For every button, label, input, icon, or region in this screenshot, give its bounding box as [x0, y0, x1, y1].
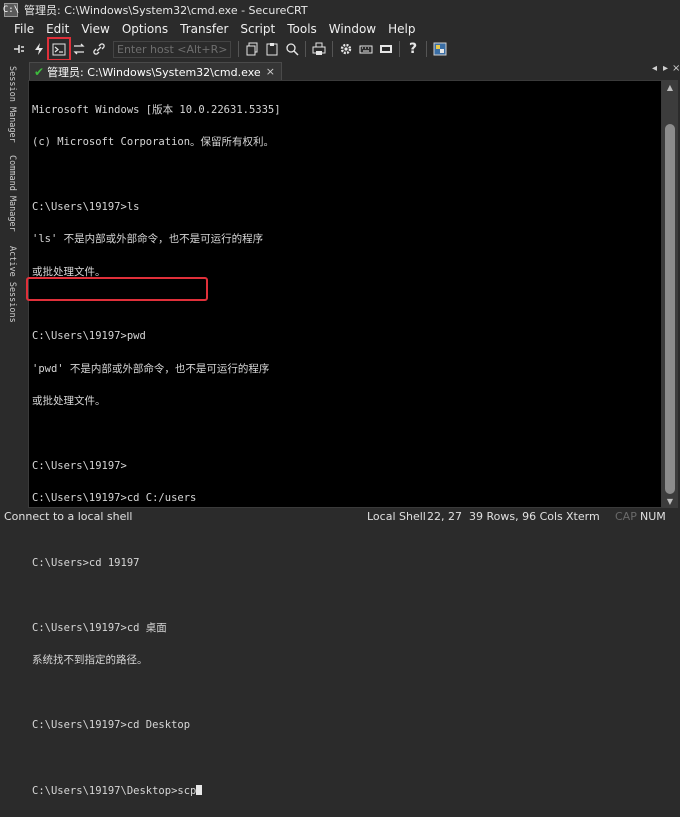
enter-host-input[interactable]: Enter host <Alt+R>	[113, 40, 231, 58]
connected-check-icon: ✔	[34, 64, 45, 79]
scroll-down-icon[interactable]: ▼	[662, 494, 678, 508]
print-icon[interactable]	[310, 40, 328, 58]
toolbar-divider	[238, 41, 239, 57]
menu-options[interactable]: Options	[116, 22, 174, 36]
command-manager-tab[interactable]: Command Manager	[5, 155, 17, 232]
session-tab-bar: ✔ 管理员: C:\Windows\System32\cmd.exe × ◂ ▸…	[22, 60, 680, 80]
connect-local-shell-icon[interactable]	[47, 37, 71, 61]
status-message: Connect to a local shell	[4, 510, 133, 523]
menu-tools[interactable]: Tools	[281, 22, 323, 36]
terminal-line: (c) Microsoft Corporation。保留所有权利。	[32, 135, 275, 148]
terminal-cursor	[196, 784, 203, 795]
terminal-line: 或批处理文件。	[32, 395, 106, 408]
scroll-up-icon[interactable]: ▲	[662, 80, 678, 94]
session-manager-tab[interactable]: Session Manager	[5, 66, 17, 143]
paste-icon[interactable]	[263, 40, 281, 58]
terminal-line: C:\Users\19197>	[32, 459, 127, 472]
menu-script[interactable]: Script	[234, 22, 281, 36]
terminal-prompt-text: C:\Users\19197\Desktop>scp	[32, 784, 197, 797]
terminal-output: Microsoft Windows [版本 10.0.22631.5335] (…	[32, 83, 281, 817]
terminal-line: 'pwd' 不是内部或外部命令，也不是可运行的程序	[32, 362, 270, 375]
menu-transfer[interactable]: Transfer	[174, 22, 234, 36]
session-type: Local Shell	[367, 510, 426, 523]
help-icon[interactable]: ?	[404, 40, 422, 58]
settings-gear-icon[interactable]	[337, 40, 355, 58]
terminal-line: C:\Users\19197>cd 桌面	[32, 621, 167, 634]
scroll-thumb[interactable]	[665, 124, 675, 494]
sftp-icon[interactable]	[377, 40, 395, 58]
quick-connect-icon[interactable]	[30, 40, 48, 58]
toolbar: Enter host <Alt+R> ?	[0, 37, 680, 61]
terminal-line: 系统找不到指定的路径。	[32, 654, 148, 667]
tab-scroll-left-icon[interactable]: ◂	[652, 63, 657, 74]
title-bar: C:\ 管理员: C:\Windows\System32\cmd.exe - S…	[0, 0, 680, 20]
find-icon[interactable]	[283, 40, 301, 58]
keymap-icon[interactable]	[357, 40, 375, 58]
menu-bar: File Edit View Options Transfer Script T…	[0, 20, 680, 38]
tab-close-icon[interactable]: ×	[266, 65, 275, 78]
terminal-area[interactable]: Microsoft Windows [版本 10.0.22631.5335] (…	[26, 80, 662, 796]
tab-close-all-icon[interactable]: ×	[672, 63, 680, 74]
toolbar-divider	[426, 41, 427, 57]
session-tab[interactable]: ✔ 管理员: C:\Windows\System32\cmd.exe ×	[29, 62, 282, 80]
terminal-type: Xterm	[566, 510, 600, 523]
menu-help[interactable]: Help	[382, 22, 421, 36]
num-lock-indicator: NUM	[640, 510, 666, 523]
terminal-line: Microsoft Windows [版本 10.0.22631.5335]	[32, 103, 281, 116]
status-bar: Connect to a local shell Local Shell 22,…	[0, 509, 680, 525]
terminal-line: C:\Users>cd 19197	[32, 557, 140, 570]
vertical-scrollbar[interactable]: ▲ ▼	[662, 80, 678, 508]
active-sessions-tab[interactable]: Active Sessions	[5, 246, 17, 323]
terminal-line: C:\Users\19197>cd Desktop	[32, 719, 191, 732]
app-logo-icon[interactable]	[431, 40, 449, 58]
menu-edit[interactable]: Edit	[40, 22, 75, 36]
connect-icon[interactable]	[10, 40, 28, 58]
menu-file[interactable]: File	[0, 22, 40, 36]
highlight-box	[26, 277, 208, 301]
terminal-line: 或批处理文件。	[32, 265, 106, 278]
window-title: 管理员: C:\Windows\System32\cmd.exe - Secur…	[24, 4, 308, 17]
toolbar-divider	[399, 41, 400, 57]
toolbar-divider	[332, 41, 333, 57]
caps-lock-indicator: CAP	[615, 510, 637, 523]
terminal-line: C:\Users\19197>pwd	[32, 330, 146, 343]
cursor-position: 22, 27	[427, 510, 462, 523]
copy-icon[interactable]	[243, 40, 261, 58]
link-icon[interactable]	[90, 40, 108, 58]
session-tab-label: 管理员: C:\Windows\System32\cmd.exe	[47, 65, 261, 79]
app-icon: C:\	[2, 3, 20, 17]
terminal-line: C:\Users\19197>cd C:/users	[32, 492, 197, 505]
toolbar-divider	[305, 41, 306, 57]
menu-view[interactable]: View	[75, 22, 115, 36]
terminal-prompt-line: C:\Users\19197\Desktop>scp	[32, 784, 281, 797]
menu-window[interactable]: Window	[323, 22, 382, 36]
terminal-line: C:\Users\19197>ls	[32, 200, 140, 213]
terminal-line: 'ls' 不是内部或外部命令，也不是可运行的程序	[32, 233, 264, 246]
reconnect-icon[interactable]	[70, 40, 88, 58]
terminal-dimensions: 39 Rows, 96 Cols	[469, 510, 563, 523]
tab-scroll-right-icon[interactable]: ▸	[663, 63, 668, 74]
side-panel: Session Manager Command Manager Active S…	[0, 60, 22, 510]
